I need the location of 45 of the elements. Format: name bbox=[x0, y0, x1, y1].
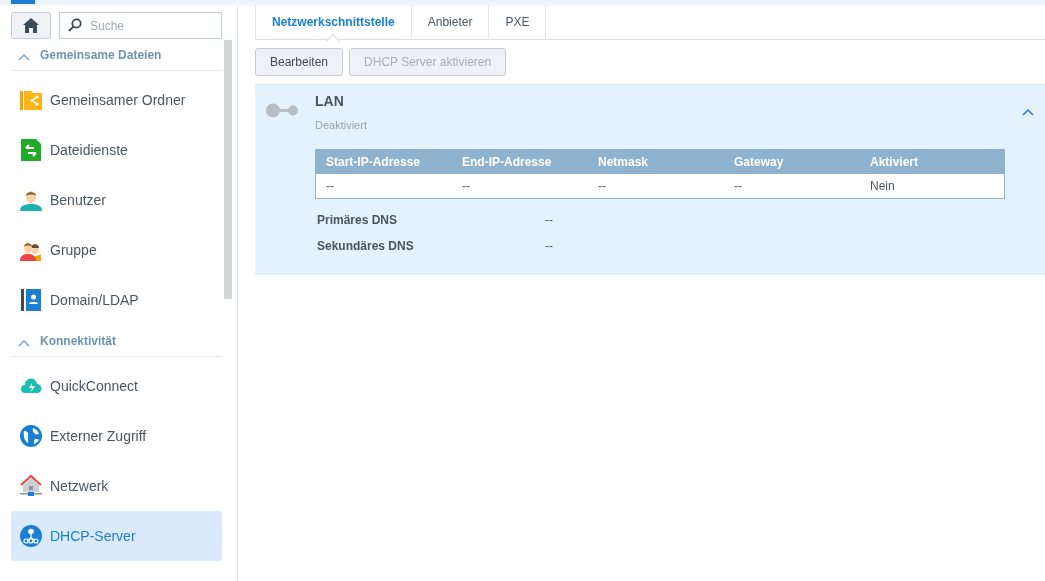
search-icon bbox=[68, 18, 82, 32]
column-header: End-IP-Adresse bbox=[461, 153, 553, 171]
column-header: Netmask bbox=[597, 153, 650, 171]
home-icon bbox=[23, 18, 39, 33]
interface-name: LAN bbox=[315, 92, 345, 111]
table-cell-text: -- bbox=[733, 177, 743, 195]
sidebar-item[interactable]: Externer Zugriff bbox=[11, 411, 222, 461]
detail-value: -- bbox=[545, 211, 553, 229]
file-transfer-icon bbox=[20, 139, 42, 161]
sidebar-item[interactable]: Gruppe bbox=[11, 225, 222, 275]
detail-label: Primäres DNS bbox=[317, 211, 399, 229]
globe-icon bbox=[20, 425, 42, 447]
sidebar-item[interactable]: QuickConnect bbox=[11, 361, 222, 411]
sidebar-item[interactable]: Gemeinsamer Ordner bbox=[11, 75, 222, 125]
table-cell-text: -- bbox=[461, 177, 471, 195]
dhcp-icon bbox=[20, 525, 42, 547]
connection-icon bbox=[266, 103, 299, 118]
section-title: Gemeinsame Dateien bbox=[40, 47, 162, 64]
table-cell-text: Nein bbox=[869, 177, 896, 195]
tab[interactable]: Anbieter bbox=[410, 4, 489, 40]
search-field[interactable]: Suche bbox=[59, 12, 222, 39]
detail-label: Sekundäres DNS bbox=[317, 237, 415, 255]
tab[interactable]: PXE bbox=[488, 4, 547, 40]
scrollbar[interactable] bbox=[224, 40, 232, 299]
toolbar-button[interactable]: Bearbeiten bbox=[255, 48, 344, 76]
home-button[interactable] bbox=[11, 12, 51, 39]
column-header: Gateway bbox=[733, 153, 785, 171]
network-house-icon bbox=[20, 475, 42, 497]
user-icon bbox=[20, 189, 42, 211]
shared-folder-icon bbox=[20, 89, 42, 111]
sidebar-item[interactable]: Dateidienste bbox=[11, 125, 222, 175]
sidebar-item[interactable]: Netzwerk bbox=[11, 461, 222, 511]
column-header: Aktiviert bbox=[869, 153, 920, 171]
collapse-icon[interactable] bbox=[1022, 108, 1034, 116]
interface-status: Deaktiviert bbox=[315, 118, 367, 133]
collapse-icon[interactable] bbox=[18, 339, 30, 347]
section-title: Konnektivität bbox=[40, 333, 116, 350]
sidebar-item[interactable]: Benutzer bbox=[11, 175, 222, 225]
column-header: Start-IP-Adresse bbox=[325, 153, 422, 171]
table-cell-text: -- bbox=[325, 177, 335, 195]
table-cell-text: -- bbox=[597, 177, 607, 195]
detail-value: -- bbox=[545, 237, 553, 255]
sidebar-item[interactable]: Domain/LDAP bbox=[11, 275, 222, 325]
collapse-icon[interactable] bbox=[18, 53, 30, 61]
contact-book-icon bbox=[20, 289, 42, 311]
